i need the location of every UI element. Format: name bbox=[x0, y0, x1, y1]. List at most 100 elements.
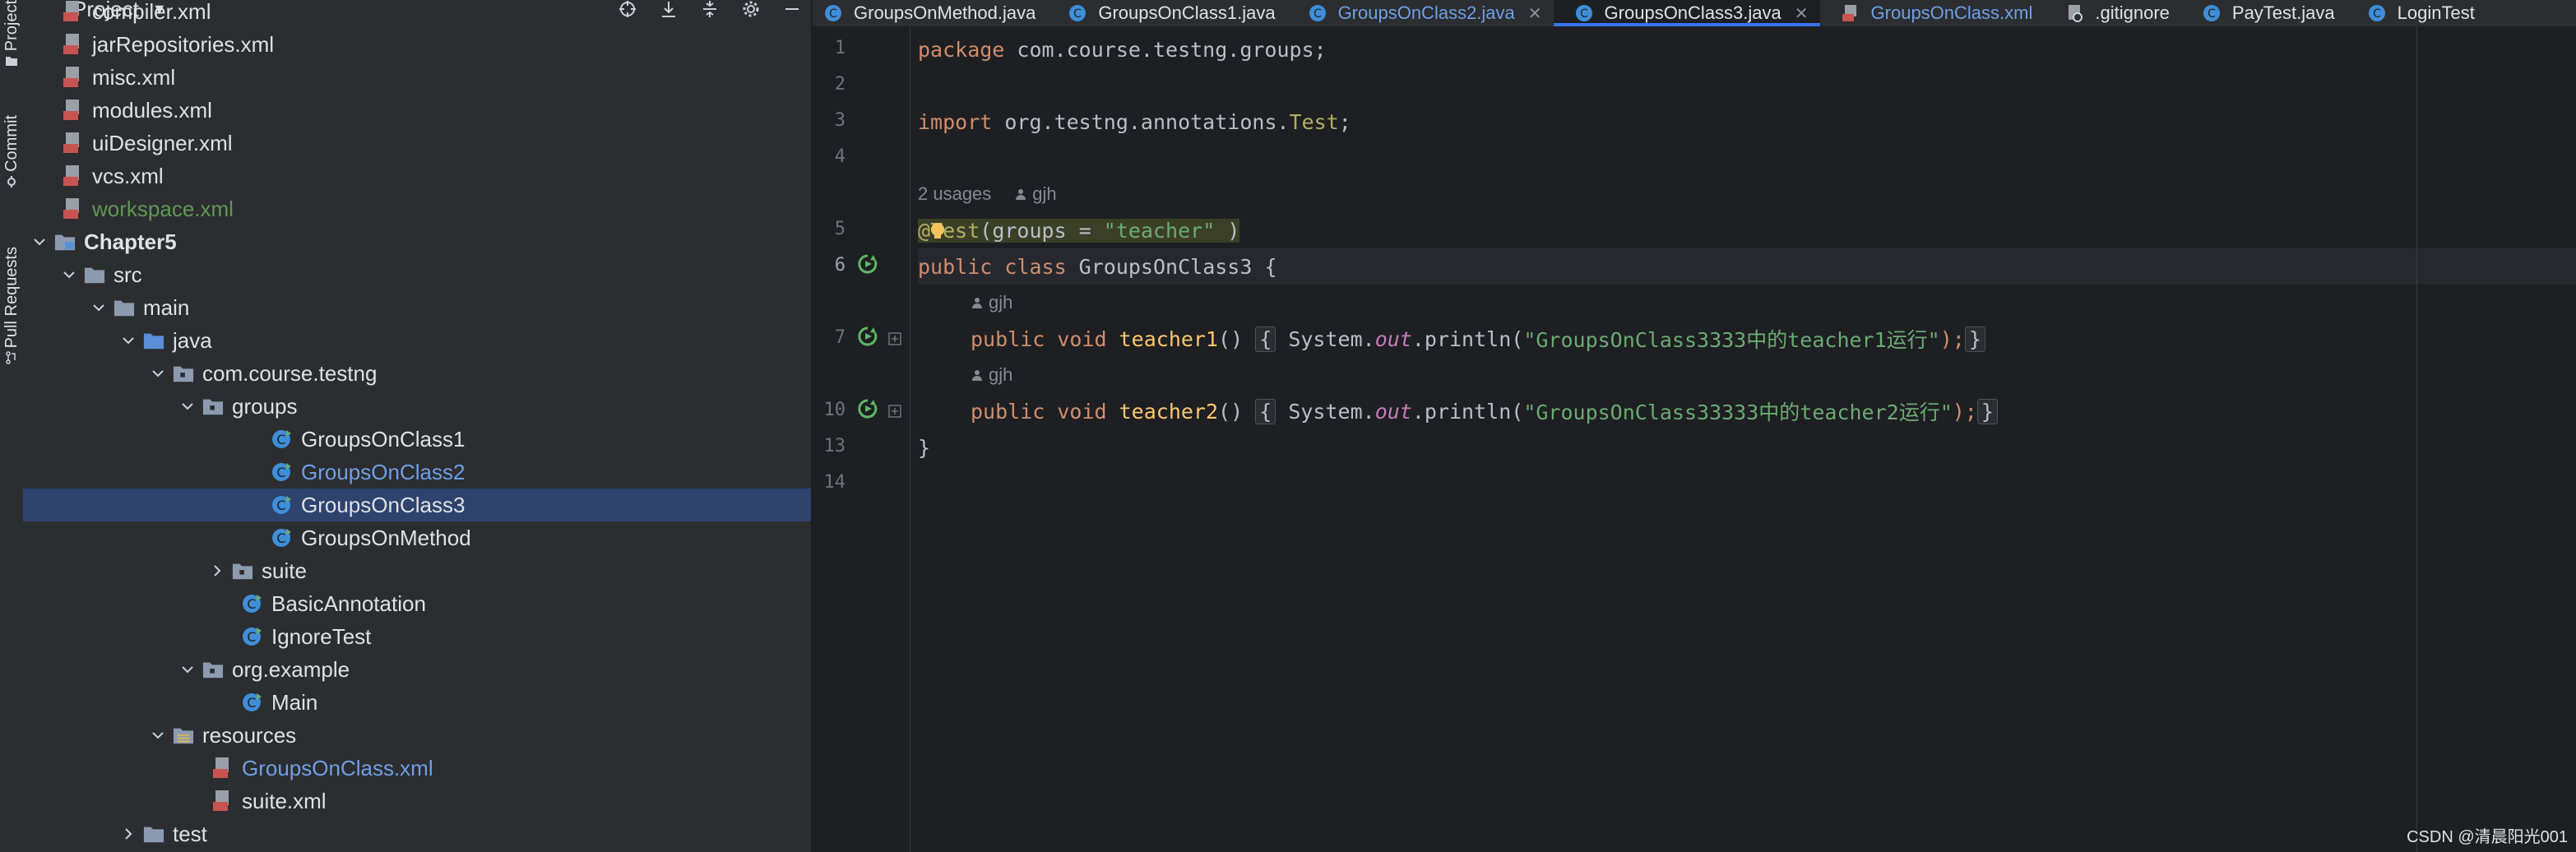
tree-item-label: misc.xml bbox=[92, 64, 176, 90]
chevron-down-icon[interactable] bbox=[89, 298, 109, 317]
close-icon[interactable]: ✕ bbox=[1528, 3, 1542, 24]
java-class-icon: C bbox=[1069, 5, 1086, 21]
chevron-right-icon[interactable] bbox=[118, 824, 138, 844]
tree-item-groupsonclass-xml[interactable]: GroupsOnClass.xml bbox=[23, 752, 811, 785]
line-number: 5 bbox=[834, 219, 846, 239]
tree-item-resources[interactable]: resources bbox=[23, 719, 811, 752]
package-icon bbox=[202, 395, 224, 418]
svg-text:C: C bbox=[1580, 7, 1588, 21]
folder-icon bbox=[114, 296, 135, 319]
tree-item-groupsonclass2[interactable]: C GroupsOnClass2 bbox=[23, 456, 811, 489]
tab-logintest[interactable]: C LoginTest bbox=[2347, 0, 2486, 26]
line-number: 14 bbox=[823, 472, 846, 493]
pull-request-icon bbox=[6, 351, 16, 365]
tree-item-label: java bbox=[173, 327, 212, 353]
tree-item-chapter5[interactable]: Chapter5 bbox=[23, 225, 811, 258]
tree-item-groupsonmethod[interactable]: C GroupsOnMethod bbox=[23, 521, 811, 554]
tree-item-label: compiler.xml bbox=[92, 0, 211, 24]
xml-file-icon bbox=[63, 197, 84, 220]
author-name: gjh bbox=[989, 364, 1013, 385]
tree-item-ignoretest[interactable]: C IgnoreTest bbox=[23, 620, 811, 653]
tree-item-uidesigner-xml[interactable]: uiDesigner.xml bbox=[23, 127, 811, 160]
chevron-down-icon[interactable] bbox=[118, 331, 138, 350]
tab-groupsonmethod-java[interactable]: C GroupsOnMethod.java bbox=[813, 0, 1047, 26]
folded-region[interactable]: { bbox=[1255, 398, 1276, 424]
svg-text:C: C bbox=[247, 596, 256, 612]
project-tool-button[interactable]: Project bbox=[0, 0, 23, 71]
user-icon bbox=[972, 370, 982, 381]
code-line-5: @Test(groups = "teacher" ) bbox=[918, 218, 1240, 243]
java-class-icon: C bbox=[271, 428, 293, 451]
tab-groupsonclass-xml[interactable]: GroupsOnClass.xml bbox=[1820, 0, 2045, 26]
author-name: gjh bbox=[989, 292, 1013, 313]
tree-item-main-class[interactable]: C Main bbox=[23, 686, 811, 719]
usages-count[interactable]: 2 usages bbox=[918, 183, 991, 205]
lightbulb-icon[interactable] bbox=[929, 222, 946, 240]
editor-gutter: 1 2 3 4 5 6 7 10 13 14 bbox=[813, 26, 910, 852]
tree-item-main[interactable]: main bbox=[23, 291, 811, 324]
tab-label: GroupsOnMethod.java bbox=[854, 2, 1036, 23]
tab-groupsonclass3-java[interactable]: C GroupsOnClass3.java ✕ bbox=[1553, 0, 1820, 26]
line-number: 6 bbox=[834, 255, 846, 276]
ignore-file-icon bbox=[2069, 5, 2083, 22]
project-tree: compiler.xml jarRepositories.xml misc.xm… bbox=[23, 0, 811, 850]
code-line-6: public class GroupsOnClass3 { bbox=[918, 248, 2576, 285]
java-class-icon: C bbox=[825, 5, 841, 21]
tree-item-basicannotation[interactable]: C BasicAnnotation bbox=[23, 587, 811, 620]
code-editor[interactable]: package com.course.testng.groups; import… bbox=[918, 26, 2576, 852]
tab-paytest-java[interactable]: C PayTest.java bbox=[2181, 0, 2347, 26]
tree-item-misc-xml[interactable]: misc.xml bbox=[23, 61, 811, 94]
tree-item-label: suite.xml bbox=[242, 788, 327, 813]
fold-icon[interactable] bbox=[888, 332, 901, 345]
folded-region[interactable]: } bbox=[1976, 398, 1998, 424]
commit-icon bbox=[7, 175, 16, 188]
run-test-icon[interactable] bbox=[857, 398, 878, 419]
tree-item-src[interactable]: src bbox=[23, 258, 811, 291]
chevron-down-icon[interactable] bbox=[148, 363, 168, 383]
commit-tool-button[interactable]: Commit bbox=[0, 115, 23, 192]
tree-item-suite-xml[interactable]: suite.xml bbox=[23, 785, 811, 817]
run-test-icon[interactable] bbox=[857, 326, 878, 347]
tab-label: PayTest.java bbox=[2231, 2, 2335, 23]
tree-item-suite[interactable]: suite bbox=[23, 554, 811, 587]
tab-gitignore[interactable]: .gitignore bbox=[2044, 0, 2181, 26]
chevron-down-icon[interactable] bbox=[178, 396, 197, 416]
xml-file-icon bbox=[212, 757, 234, 780]
xml-file-icon bbox=[63, 33, 84, 56]
tree-item-compiler-xml[interactable]: compiler.xml bbox=[23, 0, 811, 28]
tree-item-label: modules.xml bbox=[92, 97, 212, 123]
user-icon bbox=[1016, 189, 1026, 200]
tree-item-modules-xml[interactable]: modules.xml bbox=[23, 94, 811, 127]
tree-item-label: src bbox=[114, 262, 142, 287]
chevron-down-icon[interactable] bbox=[148, 725, 168, 745]
tree-item-jarrepositories-xml[interactable]: jarRepositories.xml bbox=[23, 28, 811, 61]
tree-item-com-course-testng[interactable]: com.course.testng bbox=[23, 357, 811, 390]
tree-item-groupsonclass3[interactable]: C GroupsOnClass3 bbox=[23, 489, 811, 521]
chevron-down-icon[interactable] bbox=[30, 232, 49, 252]
close-icon[interactable]: ✕ bbox=[1795, 3, 1809, 24]
usages-hint[interactable]: 2 usages gjh bbox=[918, 176, 1057, 212]
tree-item-groupsonclass1[interactable]: C GroupsOnClass1 bbox=[23, 423, 811, 456]
fold-icon[interactable] bbox=[888, 405, 901, 418]
chevron-right-icon[interactable] bbox=[207, 561, 227, 581]
tab-groupsonclass1-java[interactable]: C GroupsOnClass1.java bbox=[1047, 0, 1286, 26]
tab-groupsonclass2-java[interactable]: C GroupsOnClass2.java ✕ bbox=[1287, 0, 1554, 26]
tree-item-workspace-xml[interactable]: workspace.xml bbox=[23, 192, 811, 225]
tab-label: GroupsOnClass1.java bbox=[1098, 2, 1276, 23]
java-class-icon: C bbox=[2203, 5, 2220, 21]
tree-item-vcs-xml[interactable]: vcs.xml bbox=[23, 160, 811, 192]
java-class-icon: C bbox=[271, 493, 293, 516]
run-test-icon[interactable] bbox=[857, 253, 878, 275]
svg-text:C: C bbox=[2208, 7, 2216, 21]
tree-item-label: jarRepositories.xml bbox=[92, 31, 275, 57]
chevron-down-icon[interactable] bbox=[59, 265, 79, 285]
svg-text:C: C bbox=[247, 695, 256, 711]
tree-item-groups[interactable]: groups bbox=[23, 390, 811, 423]
chevron-down-icon[interactable] bbox=[178, 660, 197, 679]
tree-item-org-example[interactable]: org.example bbox=[23, 653, 811, 686]
pull-requests-tool-button[interactable]: Pull Requests bbox=[0, 247, 23, 368]
folded-region[interactable]: } bbox=[1964, 326, 1985, 352]
tree-item-test[interactable]: test bbox=[23, 817, 811, 850]
tree-item-java[interactable]: java bbox=[23, 324, 811, 357]
folded-region[interactable]: { bbox=[1255, 326, 1276, 352]
